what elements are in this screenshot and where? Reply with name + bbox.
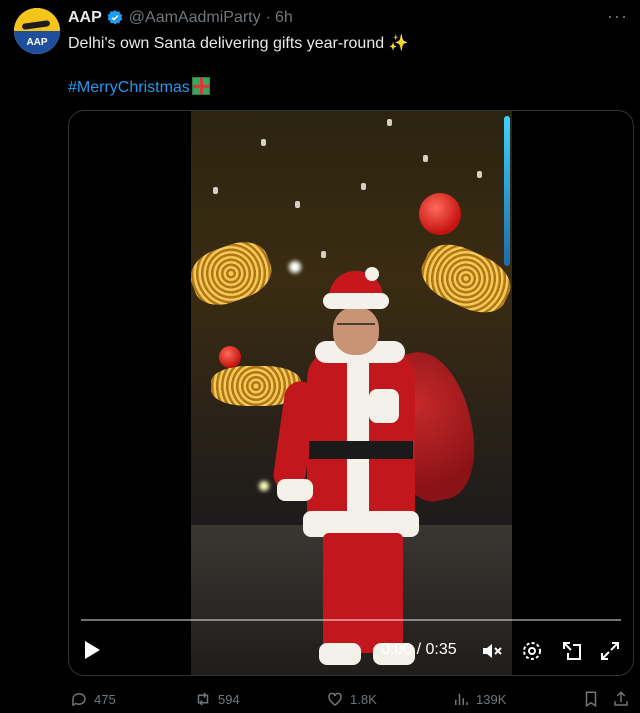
post-text: Delhi's own Santa delivering gifts year-… (68, 33, 408, 53)
mute-icon[interactable] (480, 639, 504, 663)
like-count: 1.8K (350, 691, 377, 707)
like-icon (328, 692, 342, 706)
video-frame[interactable] (191, 111, 512, 675)
current-time: 0:00 (381, 641, 413, 658)
views-button[interactable]: 139K (452, 690, 506, 708)
bookmark-icon[interactable] (582, 690, 600, 708)
play-icon[interactable] (85, 641, 100, 659)
time-divider: / (416, 641, 422, 658)
gift-icon (191, 77, 210, 95)
repost-button[interactable]: 594 (194, 690, 240, 708)
sparkles-icon: ✨ (388, 35, 409, 52)
hashtag-link[interactable]: #MerryChristmas (68, 79, 190, 96)
post-time[interactable]: 6h (275, 9, 293, 27)
verified-badge-icon (106, 9, 124, 27)
video-time: 0:00 / 0:35 (381, 641, 457, 659)
fullscreen-icon[interactable] (598, 639, 622, 663)
like-button[interactable]: 1.8K (326, 690, 377, 708)
video-progress-bar[interactable] (81, 619, 621, 621)
share-icon[interactable] (612, 690, 630, 708)
hashtag-line: #MerryChristmas (68, 77, 210, 97)
repost-icon (197, 692, 209, 706)
post-actions: 475 594 1.8K 139K (68, 690, 634, 712)
reply-button[interactable]: 475 (70, 690, 116, 708)
santa-figure (271, 267, 486, 671)
reply-count: 475 (94, 691, 116, 707)
time-separator: · (265, 9, 271, 26)
popout-icon[interactable] (560, 639, 584, 663)
video-player[interactable]: 0:00 / 0:35 (68, 110, 634, 676)
settings-icon[interactable] (520, 639, 544, 663)
duration: 0:35 (425, 641, 457, 658)
author-name[interactable]: AAP (68, 9, 102, 27)
avatar[interactable]: AAP (14, 8, 60, 54)
repost-count: 594 (218, 691, 240, 707)
post-header: AAP @AamAadmiParty · 6h (68, 8, 293, 28)
views-count: 139K (476, 691, 507, 707)
more-options-icon[interactable]: ··· (607, 6, 628, 27)
post-text-body: Delhi's own Santa delivering gifts year-… (68, 35, 385, 52)
author-handle[interactable]: @AamAadmiParty (129, 9, 261, 27)
avatar-text: AAP (26, 37, 48, 48)
video-controls: 0:00 / 0:35 (69, 615, 633, 675)
reply-icon (72, 692, 86, 707)
views-icon (455, 693, 468, 705)
